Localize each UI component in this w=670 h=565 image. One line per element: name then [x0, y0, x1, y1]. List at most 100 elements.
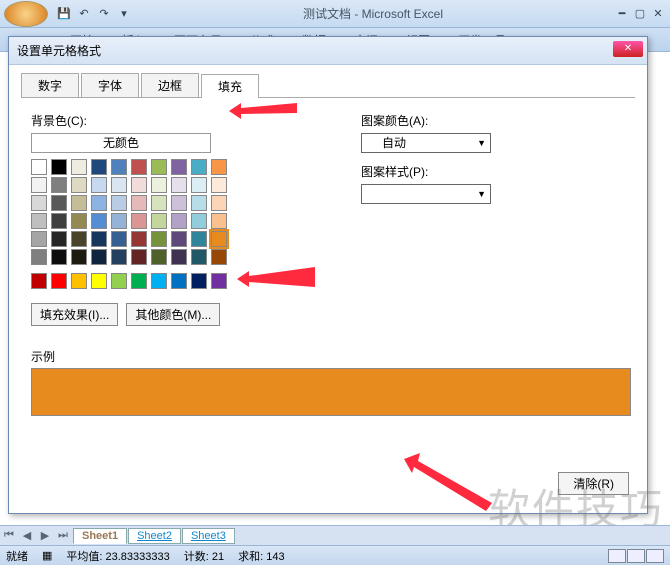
close-icon[interactable]: ✕ — [650, 6, 666, 22]
no-color-button[interactable]: 无颜色 — [31, 133, 211, 153]
minimize-icon[interactable]: ━ — [614, 6, 630, 22]
save-icon[interactable]: 💾 — [56, 6, 72, 22]
color-swatch[interactable] — [191, 249, 207, 265]
color-swatch[interactable] — [131, 213, 147, 229]
redo-icon[interactable]: ↷ — [96, 6, 112, 22]
color-swatch[interactable] — [191, 273, 207, 289]
color-swatch[interactable] — [151, 195, 167, 211]
color-swatch[interactable] — [31, 177, 47, 193]
color-swatch[interactable] — [171, 273, 187, 289]
color-swatch[interactable] — [111, 213, 127, 229]
status-macro-icon[interactable]: ▦ — [42, 549, 52, 562]
color-swatch[interactable] — [211, 159, 227, 175]
color-swatch[interactable] — [91, 177, 107, 193]
sheet-nav-last-icon[interactable]: ⏭ — [54, 529, 72, 542]
color-swatch[interactable] — [191, 213, 207, 229]
color-swatch[interactable] — [111, 195, 127, 211]
view-normal-icon[interactable] — [608, 549, 626, 563]
color-swatch[interactable] — [151, 177, 167, 193]
color-swatch[interactable] — [211, 195, 227, 211]
color-swatch[interactable] — [111, 159, 127, 175]
color-swatch[interactable] — [151, 231, 167, 247]
view-layout-icon[interactable] — [627, 549, 645, 563]
color-swatch[interactable] — [91, 231, 107, 247]
color-swatch[interactable] — [131, 177, 147, 193]
color-swatch[interactable] — [111, 177, 127, 193]
color-swatch[interactable] — [91, 273, 107, 289]
maximize-icon[interactable]: ▢ — [632, 6, 648, 22]
dialog-close-button[interactable]: ✕ — [613, 41, 643, 57]
color-swatch[interactable] — [91, 195, 107, 211]
color-swatch[interactable] — [151, 273, 167, 289]
color-swatch[interactable] — [91, 249, 107, 265]
color-swatch[interactable] — [71, 195, 87, 211]
color-swatch[interactable] — [51, 249, 67, 265]
tab-border[interactable]: 边框 — [141, 73, 199, 97]
color-swatch[interactable] — [131, 159, 147, 175]
color-swatch[interactable] — [191, 159, 207, 175]
color-swatch[interactable] — [71, 213, 87, 229]
color-swatch[interactable] — [31, 213, 47, 229]
color-swatch[interactable] — [211, 213, 227, 229]
color-swatch[interactable] — [31, 273, 47, 289]
status-count: 计数: 21 — [184, 548, 224, 564]
color-swatch[interactable] — [131, 249, 147, 265]
color-swatch[interactable] — [51, 231, 67, 247]
undo-icon[interactable]: ↶ — [76, 6, 92, 22]
color-swatch[interactable] — [191, 231, 207, 247]
color-swatch[interactable] — [211, 273, 227, 289]
sheet-nav-next-icon[interactable]: ▶ — [36, 529, 54, 542]
color-swatch[interactable] — [171, 249, 187, 265]
color-swatch[interactable] — [151, 159, 167, 175]
pattern-style-select[interactable]: ▼ — [361, 184, 491, 204]
office-button[interactable] — [4, 1, 48, 27]
color-swatch[interactable] — [31, 195, 47, 211]
fill-effects-button[interactable]: 填充效果(I)... — [31, 303, 118, 326]
color-swatch[interactable] — [51, 159, 67, 175]
pattern-color-select[interactable]: 自动 ▼ — [361, 133, 491, 153]
color-swatch[interactable] — [171, 177, 187, 193]
color-swatch[interactable] — [51, 195, 67, 211]
color-swatch[interactable] — [211, 231, 227, 247]
sheet-nav-first-icon[interactable]: ⏮ — [0, 529, 18, 542]
sheet-tab-3[interactable]: Sheet3 — [182, 528, 235, 544]
color-swatch[interactable] — [91, 213, 107, 229]
color-swatch[interactable] — [131, 273, 147, 289]
color-swatch[interactable] — [171, 195, 187, 211]
color-swatch[interactable] — [71, 231, 87, 247]
tab-number[interactable]: 数字 — [21, 73, 79, 97]
color-swatch[interactable] — [71, 273, 87, 289]
color-swatch[interactable] — [211, 249, 227, 265]
color-swatch[interactable] — [211, 177, 227, 193]
color-swatch[interactable] — [91, 159, 107, 175]
color-swatch[interactable] — [171, 213, 187, 229]
sheet-tab-2[interactable]: Sheet2 — [128, 528, 181, 544]
color-swatch[interactable] — [151, 249, 167, 265]
color-swatch[interactable] — [111, 231, 127, 247]
color-swatch[interactable] — [31, 231, 47, 247]
color-swatch[interactable] — [31, 249, 47, 265]
color-swatch[interactable] — [171, 231, 187, 247]
color-swatch[interactable] — [51, 177, 67, 193]
color-swatch[interactable] — [71, 177, 87, 193]
view-break-icon[interactable] — [646, 549, 664, 563]
tab-fill[interactable]: 填充 — [201, 74, 259, 98]
color-swatch[interactable] — [191, 177, 207, 193]
tab-font[interactable]: 字体 — [81, 73, 139, 97]
qat-dropdown-icon[interactable]: ▾ — [116, 6, 132, 22]
color-swatch[interactable] — [131, 231, 147, 247]
sheet-tab-1[interactable]: Sheet1 — [73, 528, 127, 544]
sheet-nav-prev-icon[interactable]: ◀ — [18, 529, 36, 542]
color-swatch[interactable] — [151, 213, 167, 229]
color-swatch[interactable] — [51, 213, 67, 229]
color-swatch[interactable] — [171, 159, 187, 175]
color-swatch[interactable] — [71, 249, 87, 265]
color-swatch[interactable] — [51, 273, 67, 289]
color-swatch[interactable] — [31, 159, 47, 175]
other-colors-button[interactable]: 其他颜色(M)... — [126, 303, 220, 326]
color-swatch[interactable] — [191, 195, 207, 211]
color-swatch[interactable] — [131, 195, 147, 211]
color-swatch[interactable] — [111, 249, 127, 265]
color-swatch[interactable] — [111, 273, 127, 289]
color-swatch[interactable] — [71, 159, 87, 175]
